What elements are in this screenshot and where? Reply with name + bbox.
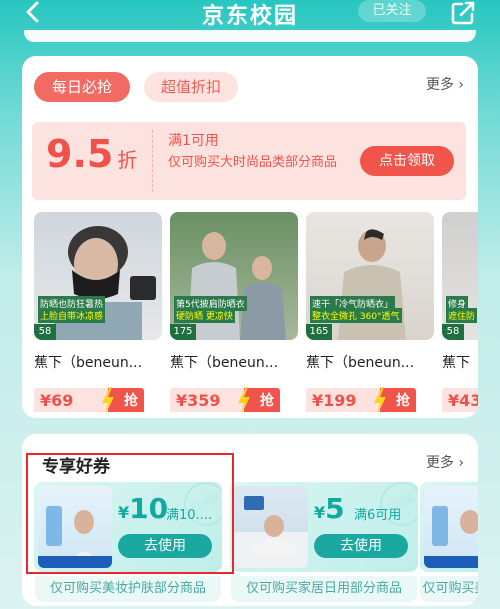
more-label: 更多 [425,455,454,471]
product-caption-sub: 遮住防 [446,308,478,323]
tab-super-discount[interactable]: 超值折扣 [144,72,238,102]
use-coupon-button[interactable]: 去使用 [314,534,408,558]
coupon-value: 5 [325,492,345,525]
coupon-min-spend: 满6可用 [354,508,402,523]
cosmetics-photo [424,506,478,568]
price-row: ¥69 抢 [34,387,162,412]
coupon-scope: 仅可购买家居日用部分商品 [231,576,417,602]
product-name: 蕉下（beneun... [170,355,279,371]
coupons-more-link[interactable]: 更多 › [426,452,464,472]
tab-daily-must-grab[interactable]: 每日必抢 [34,72,130,102]
daily-more-link[interactable]: 更多 › [426,74,464,94]
lightning-bolt-icon [238,387,250,412]
price-badge: 175 [170,324,196,340]
product-image: 修身 遮住防 58 [442,212,478,340]
product-card[interactable]: 第5代披肩防晒衣 硬防晒 更凉快 175 蕉下（beneun... ¥359 抢 [170,212,298,412]
product-card[interactable]: 速干「冷气防晒衣」 整衣全微孔 360°透气 165 蕉下（beneun... … [306,212,434,412]
currency-symbol: ¥ [314,503,326,522]
selection-highlight-box [26,453,234,574]
product-caption-sub: 上脸自带冰凉感 [38,308,106,323]
product-name: 蕉下（beneun... [34,355,143,371]
product-image: 速干「冷气防晒衣」 整衣全微孔 360°透气 165 [306,212,434,340]
product-name: 蕉下（beneun... [306,355,415,371]
price-badge: 58 [34,324,56,340]
coupon-condition: 满1可用 [168,133,219,149]
discount-unit: 折 [117,148,138,172]
product-card[interactable]: 防晒也防狂暑热 上脸自带冰凉感 58 蕉下（beneun... ¥69 抢 [34,212,162,412]
price-badge: 58 [442,324,464,340]
discount-number: 9.5 [46,132,114,176]
claim-button[interactable]: 点击领取 [360,146,454,176]
coupon-description: 仅可购买大时尚品类部分商品 [168,155,338,170]
coupon-thumbnail [424,486,478,568]
top-header: 京东校园 已关注 [0,0,500,30]
more-label: 更多 [425,77,454,93]
product-image: 第5代披肩防晒衣 硬防晒 更凉快 175 [170,212,298,340]
coupon-card-item[interactable] [420,482,478,572]
product-caption-sub: 整衣全微孔 360°透气 [310,308,402,323]
product-image: 防晒也防狂暑热 上脸自带冰凉感 58 [34,212,162,340]
dashed-divider [152,130,153,192]
home-goods-photo [234,496,308,568]
product-price: ¥69 [34,388,108,412]
product-card[interactable]: 修身 遮住防 58 蕉下（b ¥439 抢 [442,212,478,412]
price-badge: 165 [306,324,332,340]
product-price: ¥359 [170,388,244,412]
coupon-thumbnail [234,486,308,568]
previous-card-edge [24,30,476,42]
chevron-right-icon: › [453,77,464,93]
discount-coupon-banner: 9.5 折 满1可用 仅可购买大时尚品类部分商品 点击领取 [32,122,466,200]
coupon-scope: 仅可购买美 [420,576,478,602]
product-name: 蕉下（b [442,355,478,371]
coupon-scope: 仅可购买美妆护肤部分商品 [35,576,221,602]
coupon-amount: ¥5 [314,492,345,525]
price-row: ¥199 抢 [306,387,434,412]
chevron-right-icon: › [453,455,464,471]
lightning-bolt-icon [374,387,386,412]
product-list: 防晒也防狂暑热 上脸自带冰凉感 58 蕉下（beneun... ¥69 抢 第5 [34,212,478,412]
follow-button[interactable]: 已关注 [358,0,426,22]
share-icon[interactable] [450,0,476,26]
daily-deals-card: 每日必抢 超值折扣 更多 › 9.5 折 满1可用 仅可购买大时尚品类部分商品 点… [22,56,478,418]
coupon-card-item[interactable]: 已领取 ¥5 满6可用 去使用 [230,482,418,572]
lightning-bolt-icon [102,387,114,412]
product-price: ¥199 [306,388,380,412]
price-row: ¥359 抢 [170,387,298,412]
discount-value: 9.5 折 [46,132,137,176]
product-price: ¥439 [442,388,478,412]
price-row: ¥439 抢 [442,388,478,412]
product-caption-sub: 硬防晒 更凉快 [174,308,235,323]
